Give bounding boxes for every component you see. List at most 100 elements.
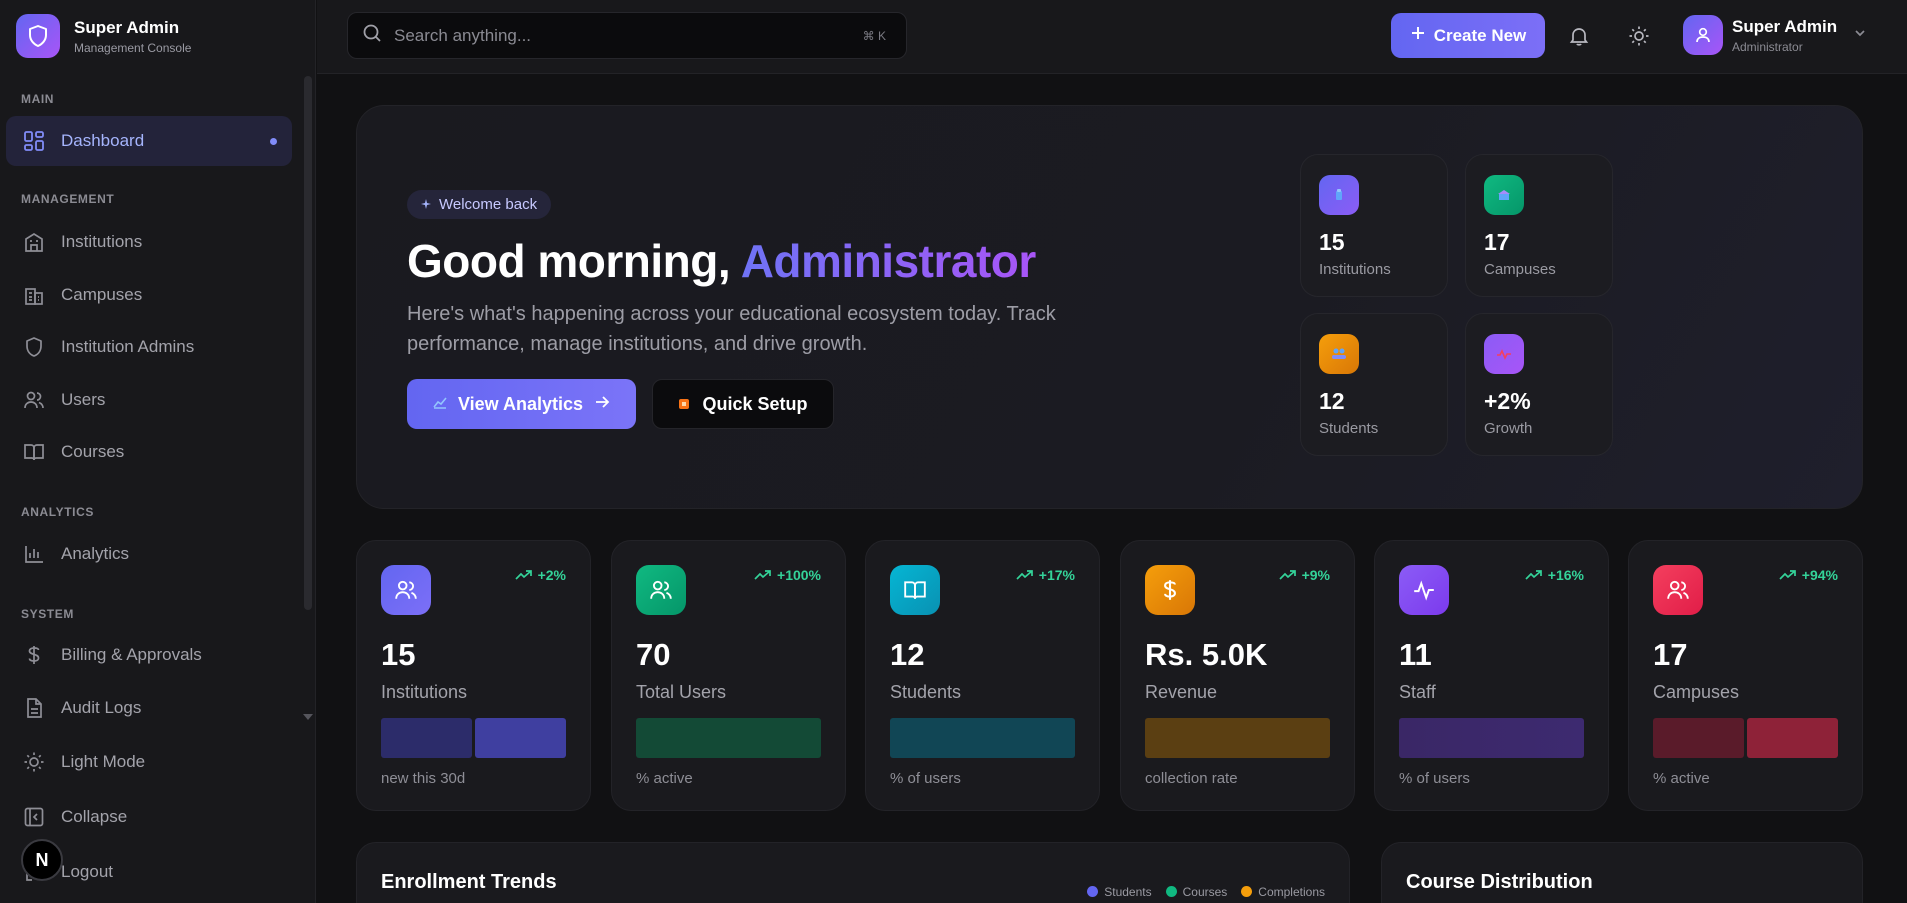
mini-stat-value: 12: [1319, 388, 1345, 414]
quick-setup-label: Quick Setup: [702, 393, 808, 414]
create-new-label: Create New: [1433, 25, 1527, 45]
stat-label: Revenue: [1145, 682, 1218, 702]
panel-title: Course Distribution: [1406, 871, 1593, 893]
stat-footer: % of users: [890, 770, 961, 787]
theme-toggle-sun-icon[interactable]: [1624, 21, 1654, 51]
stat-card-staff[interactable]: +16% 11 Staff % of users: [1374, 540, 1609, 811]
sidebar-item-label: Dashboard: [61, 131, 145, 150]
search-input[interactable]: [394, 25, 814, 46]
section-label-management: MANAGEMENT: [21, 192, 115, 206]
stat-card-revenue[interactable]: +9% Rs. 5.0K Revenue collection rate: [1120, 540, 1355, 811]
brand[interactable]: Super Admin Management Console: [16, 14, 191, 58]
sidebar-item-label: Light Mode: [61, 752, 146, 771]
trend-value: +16%: [1547, 567, 1584, 583]
chevron-down-icon[interactable]: [1853, 26, 1867, 45]
legend-label: Students: [1104, 885, 1152, 899]
sidebar-item-label: Billing & Approvals: [61, 645, 202, 664]
sidebar-item-label: Collapse: [61, 807, 128, 826]
stat-card-campuses[interactable]: +94% 17 Campuses % active: [1628, 540, 1863, 811]
welcome-hero: Welcome back Good morning, Administrator…: [356, 105, 1863, 509]
brand-title: Super Admin: [74, 17, 180, 37]
setup-square-icon: [678, 394, 690, 415]
sidebar: Super Admin Management Console MAIN Dash…: [0, 0, 316, 903]
sidebar-item-dashboard[interactable]: Dashboard: [6, 116, 292, 166]
framework-badge[interactable]: N: [21, 839, 63, 881]
sidebar-item-light-mode[interactable]: Light Mode: [6, 737, 292, 787]
sidebar-item-label: Logout: [61, 862, 113, 881]
sidebar-item-campuses[interactable]: Campuses: [6, 270, 292, 320]
stat-footer: % of users: [1399, 770, 1470, 787]
mini-stat-campuses[interactable]: 17 Campuses: [1465, 154, 1613, 297]
trend-value: +9%: [1301, 567, 1330, 583]
growth-pulse-icon: [1484, 334, 1524, 374]
stat-card-institutions[interactable]: +2% 15 Institutions new this 30d: [356, 540, 591, 811]
mini-stat-institutions[interactable]: 15 Institutions: [1300, 154, 1448, 297]
stat-sparkbars: [636, 718, 821, 758]
trend-value: +94%: [1801, 567, 1838, 583]
sidebar-item-collapse[interactable]: Collapse: [6, 792, 292, 842]
stat-footer: new this 30d: [381, 770, 466, 787]
plus-icon: [1410, 25, 1426, 46]
stat-value: 70: [636, 637, 671, 672]
sidebar-item-audit-logs[interactable]: Audit Logs: [6, 683, 292, 733]
legend-label: Completions: [1258, 885, 1325, 899]
sparkle-icon: [421, 196, 431, 213]
shield-logo-icon: [16, 14, 60, 58]
greeting-text: Good morning,: [407, 235, 741, 287]
stat-footer: % active: [1653, 770, 1710, 787]
users-icon: [636, 565, 686, 615]
bell-icon[interactable]: [1564, 21, 1594, 51]
scroll-down-arrow-icon[interactable]: [303, 714, 313, 720]
stat-sparkbars: [1653, 718, 1838, 758]
enrollment-trends-panel: Enrollment Trends Students Courses Compl…: [356, 842, 1350, 903]
sidebar-item-billing-approvals[interactable]: Billing & Approvals: [6, 630, 292, 680]
chart-legend: Students Courses Completions: [1087, 885, 1325, 899]
legend-item-courses[interactable]: Courses: [1165, 885, 1227, 899]
trend-badge: +100%: [754, 567, 821, 583]
view-analytics-button[interactable]: View Analytics: [407, 379, 636, 429]
stat-label: Staff: [1399, 682, 1436, 702]
sidebar-item-courses[interactable]: Courses: [6, 427, 292, 477]
trend-badge: +2%: [514, 567, 566, 583]
sidebar-item-label: Campuses: [61, 285, 143, 304]
sidebar-item-label: Audit Logs: [61, 698, 142, 717]
legend-item-completions[interactable]: Completions: [1241, 885, 1325, 899]
stat-sparkbars: [1399, 718, 1584, 758]
stat-card-total-users[interactable]: +100% 70 Total Users % active: [611, 540, 846, 811]
legend-dot: [1087, 886, 1099, 897]
welcome-badge-label: Welcome back: [439, 196, 538, 213]
search-bar[interactable]: ⌘ K: [347, 12, 907, 59]
quick-setup-button[interactable]: Quick Setup: [652, 379, 834, 429]
institution-icon: [1319, 175, 1359, 215]
stat-label: Campuses: [1653, 682, 1740, 702]
mini-stat-students[interactable]: 12 Students: [1300, 313, 1448, 456]
stat-sparkbars: [890, 718, 1075, 758]
dashboard-grid-icon: [21, 128, 47, 154]
active-indicator-dot: [270, 138, 277, 145]
users-icon: [1653, 565, 1703, 615]
stat-value: 17: [1653, 637, 1688, 672]
sidebar-item-label: Courses: [61, 442, 125, 461]
mini-stat-growth[interactable]: +2% Growth: [1465, 313, 1613, 456]
sidebar-item-institutions[interactable]: Institutions: [6, 217, 292, 267]
stat-sparkbars: [1145, 718, 1330, 758]
sidebar-item-analytics[interactable]: Analytics: [6, 529, 292, 579]
document-icon: [21, 695, 47, 721]
sidebar-scrollbar[interactable]: [304, 76, 312, 610]
avatar[interactable]: [1683, 15, 1723, 55]
create-new-button[interactable]: Create New: [1391, 13, 1545, 58]
trend-value: +100%: [777, 567, 821, 583]
sidebar-item-institution-admins[interactable]: Institution Admins: [6, 322, 292, 372]
welcome-badge: Welcome back: [407, 190, 552, 219]
sidebar-item-label: Institutions: [61, 232, 143, 251]
user-name[interactable]: Super Admin: [1732, 17, 1837, 37]
mini-stat-label: Growth: [1484, 420, 1533, 437]
trend-badge: +17%: [1016, 567, 1075, 583]
stat-card-students[interactable]: +17% 12 Students % of users: [865, 540, 1100, 811]
shield-icon: [21, 334, 47, 360]
topbar: ⌘ K Create New Super Admin Administrator: [317, 0, 1907, 74]
sidebar-item-users[interactable]: Users: [6, 375, 292, 425]
legend-dot: [1165, 886, 1177, 897]
legend-item-students[interactable]: Students: [1087, 885, 1152, 899]
users-icon: [21, 387, 47, 413]
